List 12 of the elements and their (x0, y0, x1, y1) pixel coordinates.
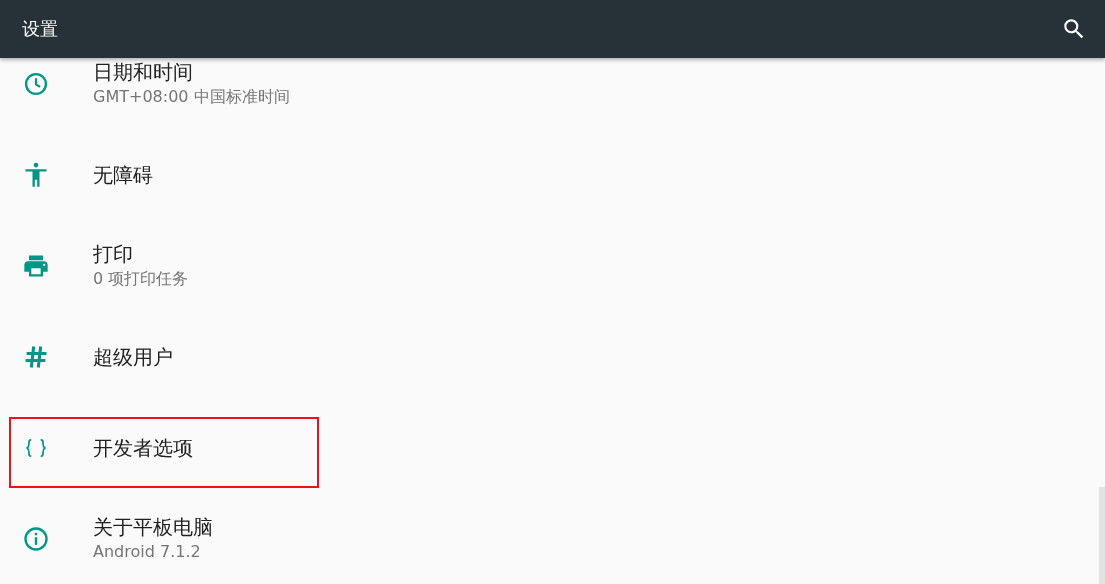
item-title: 开发者选项 (93, 435, 193, 460)
item-subtitle: Android 7.1.2 (93, 541, 202, 563)
info-icon (22, 524, 50, 553)
item-subtitle: 0 项打印任务 (93, 268, 189, 290)
item-title: 超级用户 (93, 344, 173, 369)
item-title: 无障碍 (93, 162, 153, 187)
item-title: 日期和时间 (93, 59, 194, 84)
item-subtitle: GMT+08:00 中国标准时间 (93, 86, 290, 108)
app-title: 设置 (22, 20, 58, 38)
scrollbar-thumb[interactable] (1099, 487, 1105, 584)
item-title: 打印 (93, 241, 134, 266)
item-title: 关于平板电脑 (93, 514, 213, 539)
